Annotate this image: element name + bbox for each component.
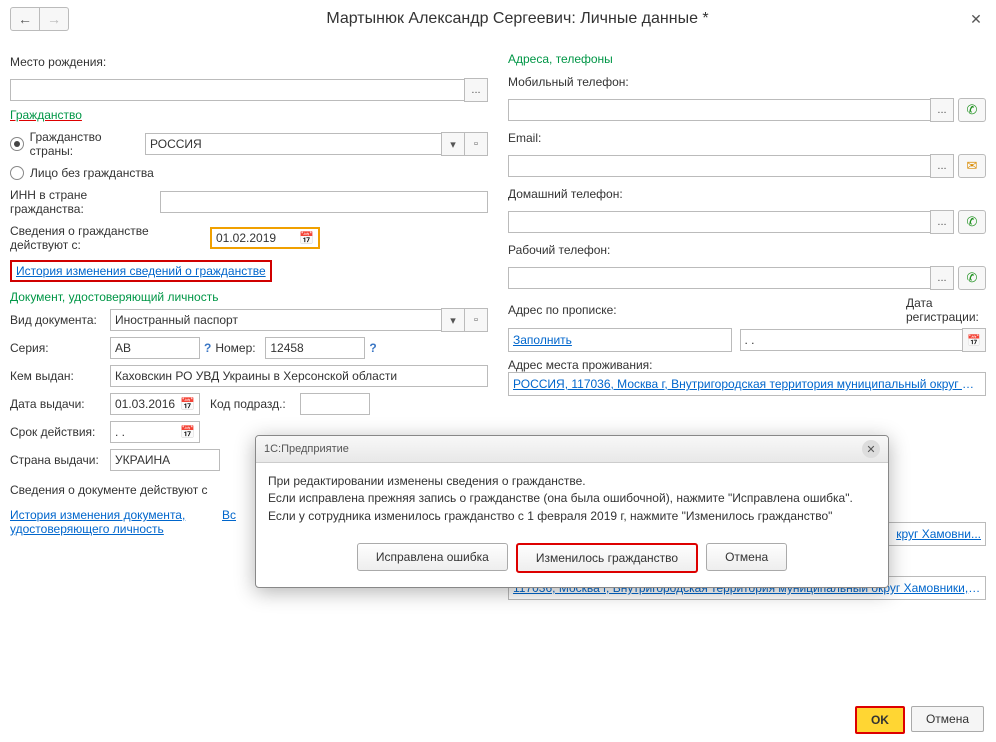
email-more-button[interactable]: ...	[930, 154, 954, 178]
birth-place-input[interactable]	[10, 79, 465, 101]
dept-code-input[interactable]	[300, 393, 370, 415]
phone-icon: ✆	[967, 214, 978, 230]
live-addr-field[interactable]: РОССИЯ, 117036, Москва г, Внутригородска…	[508, 372, 986, 396]
doc-history-link[interactable]: История изменения документа, удостоверяю…	[10, 508, 210, 536]
citizenship-section: Гражданство	[10, 108, 488, 122]
citizenship-country-open-button[interactable]: ▫	[464, 132, 488, 156]
issue-date-input[interactable]: 01.03.2016 📅	[110, 393, 200, 415]
issue-date-value: 01.03.2016	[115, 397, 180, 411]
confirmation-dialog: 1С:Предприятие ✕ При редактировании изме…	[255, 435, 889, 588]
ok-button[interactable]: OK	[855, 706, 905, 734]
dialog-close-button[interactable]: ✕	[862, 440, 880, 458]
calendar-icon[interactable]: 📅	[180, 425, 195, 439]
email-label: Email:	[508, 131, 658, 145]
radio-dot-icon	[10, 137, 24, 151]
dialog-line1: При редактировании изменены сведения о г…	[268, 473, 876, 490]
dialog-line3: Если у сотрудника изменилось гражданство…	[268, 508, 876, 525]
valid-to-value: . .	[115, 425, 180, 439]
calendar-icon[interactable]: 📅	[180, 397, 195, 411]
reg-date-value: . .	[745, 333, 959, 347]
reg-addr-label: Адрес по прописке:	[508, 303, 658, 317]
mobile-input[interactable]	[508, 99, 931, 121]
number-input[interactable]: 12458	[265, 337, 365, 359]
document-section: Документ, удостоверяющий личность	[10, 290, 488, 304]
issued-by-input[interactable]: Каховскин РО УВД Украины в Херсонской об…	[110, 365, 488, 387]
citizenship-valid-from-input[interactable]: 01.02.2019 📅	[210, 227, 320, 249]
home-call-button[interactable]: ✆	[958, 210, 986, 234]
citizenship-country-dropdown-button[interactable]: ▾	[441, 132, 465, 156]
doc-type-input[interactable]: Иностранный паспорт	[110, 309, 442, 331]
nav-back-button[interactable]: ←	[10, 7, 40, 31]
inn-input[interactable]	[160, 191, 488, 213]
work-label: Рабочий телефон:	[508, 243, 658, 257]
reg-addr-fill-link[interactable]: Заполнить	[508, 328, 732, 352]
doc-type-label: Вид документа:	[10, 313, 110, 327]
email-input[interactable]	[508, 155, 931, 177]
work-more-button[interactable]: ...	[930, 266, 954, 290]
radio-dot-icon	[10, 166, 24, 180]
no-citizenship-radio-label: Лицо без гражданства	[30, 166, 154, 180]
cancel-button[interactable]: Отмена	[911, 706, 984, 732]
cancel-dialog-button[interactable]: Отмена	[706, 543, 787, 571]
home-input[interactable]	[508, 211, 931, 233]
reg-date-label: Дата регистрации:	[906, 296, 986, 324]
contacts-section: Адреса, телефоны	[508, 52, 986, 66]
dept-code-label: Код подразд.:	[210, 397, 300, 411]
phone-icon: ✆	[967, 270, 978, 286]
citizenship-history-link[interactable]: История изменения сведений о гражданстве	[10, 260, 272, 282]
dialog-title: 1С:Предприятие	[264, 443, 349, 455]
birth-place-label: Место рождения:	[10, 55, 145, 69]
nav-forward-button[interactable]: →	[40, 7, 69, 31]
valid-to-input[interactable]: . . 📅	[110, 421, 200, 443]
home-label: Домашний телефон:	[508, 187, 658, 201]
date-value: 01.02.2019	[216, 231, 299, 245]
citizenship-country-input[interactable]: РОССИЯ	[145, 133, 442, 155]
fill-link-text: Заполнить	[513, 333, 572, 347]
fixed-error-button[interactable]: Исправлена ошибка	[357, 543, 508, 571]
inn-label: ИНН в стране гражданства:	[10, 188, 160, 216]
mobile-more-button[interactable]: ...	[930, 98, 954, 122]
doc-type-open-button[interactable]: ▫	[464, 308, 488, 332]
reg-date-calendar-button[interactable]: 📅	[962, 328, 986, 352]
email-send-button[interactable]: ✉	[958, 154, 986, 178]
citizenship-country-radio-label: Гражданство страны:	[30, 130, 145, 158]
issue-date-label: Дата выдачи:	[10, 397, 110, 411]
mail-icon: ✉	[967, 158, 978, 174]
series-input[interactable]: АВ	[110, 337, 200, 359]
phone-icon: ✆	[967, 102, 978, 118]
doc-valid-from-label: Сведения о документе действуют с	[10, 483, 208, 497]
mobile-label: Мобильный телефон:	[508, 75, 658, 89]
mobile-call-button[interactable]: ✆	[958, 98, 986, 122]
dialog-line2: Если исправлена прежняя запись о граждан…	[268, 490, 876, 507]
number-label: Номер:	[215, 341, 265, 355]
live-addr-link: РОССИЯ, 117036, Москва г, Внутригородска…	[513, 377, 981, 391]
birth-place-more-button[interactable]: ...	[464, 78, 488, 102]
work-call-button[interactable]: ✆	[958, 266, 986, 290]
no-citizenship-radio[interactable]: Лицо без гражданства	[10, 166, 488, 180]
window-title: Мартынюк Александр Сергеевич: Личные дан…	[69, 10, 966, 28]
citizenship-country-radio[interactable]: Гражданство страны:	[10, 130, 145, 158]
valid-to-label: Срок действия:	[10, 425, 110, 439]
work-input[interactable]	[508, 267, 931, 289]
issued-by-label: Кем выдан:	[10, 369, 110, 383]
series-help-icon[interactable]: ?	[204, 341, 211, 355]
live-addr-label: Адрес места проживания:	[508, 358, 986, 372]
all-docs-link[interactable]: Вс	[222, 508, 236, 536]
reg-date-input[interactable]: . .	[740, 329, 964, 351]
calendar-icon[interactable]: 📅	[299, 231, 314, 245]
citizenship-valid-from-label: Сведения о гражданстве действуют с:	[10, 224, 210, 252]
home-more-button[interactable]: ...	[930, 210, 954, 234]
issue-country-input[interactable]: УКРАИНА	[110, 449, 220, 471]
issue-country-label: Страна выдачи:	[10, 453, 110, 467]
citizenship-changed-button[interactable]: Изменилось гражданство	[516, 543, 698, 573]
window-close-button[interactable]: ✕	[966, 11, 986, 28]
number-help-icon[interactable]: ?	[369, 341, 376, 355]
series-label: Серия:	[10, 341, 110, 355]
doc-type-dropdown-button[interactable]: ▾	[441, 308, 465, 332]
